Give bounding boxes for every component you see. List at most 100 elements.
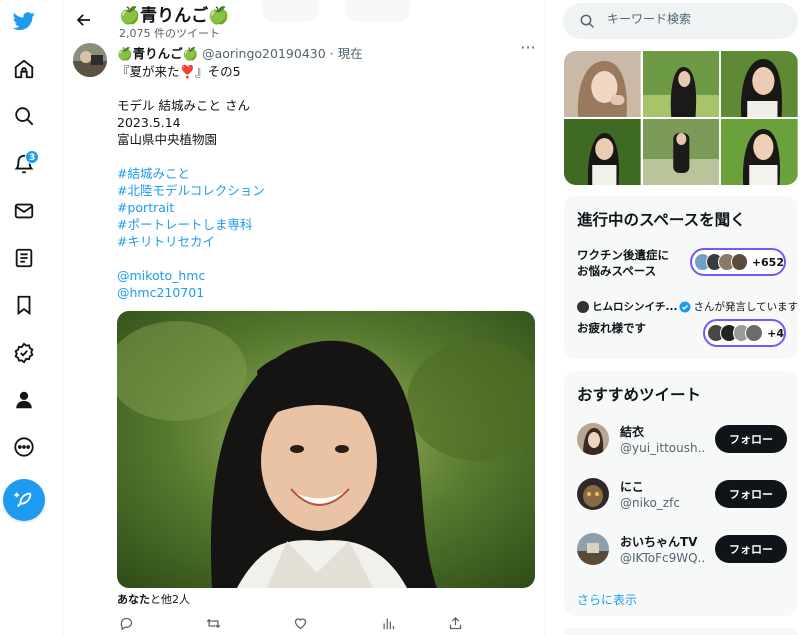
avatar-image: [73, 43, 107, 77]
space-join-pill[interactable]: +4: [703, 319, 786, 347]
search-input[interactable]: [607, 12, 787, 26]
speaker-name: ヒムロシンイチ...: [592, 301, 678, 313]
space-title-line: ワクチン後遺症に: [577, 248, 669, 262]
profile-title: 🍏青りんご🍏: [119, 6, 230, 26]
tweet-author-avatar[interactable]: [73, 43, 107, 77]
tweet-timestamp[interactable]: 現在: [338, 46, 363, 61]
space-title-1[interactable]: ワクチン後遺症に お悩みスペース: [577, 247, 669, 279]
nav-verified[interactable]: [0, 333, 48, 373]
tweet-link[interactable]: #北陸モデルコレクション: [117, 182, 535, 199]
right-sidebar: 進行中のスペースを聞く ワクチン後遺症に お悩みスペース +652 ヒムロシンイ…: [563, 0, 800, 635]
recommended-user[interactable]: にこ @niko_zfc フォロー: [564, 474, 798, 514]
search-box[interactable]: [563, 3, 798, 39]
media-thumbnail[interactable]: [642, 51, 720, 117]
nav-bookmarks[interactable]: [0, 285, 48, 325]
search-icon: [580, 14, 594, 28]
profile-media-grid: [564, 51, 798, 185]
space-title-2[interactable]: お疲れ様です: [577, 320, 646, 336]
bar-chart-icon: [383, 618, 394, 629]
tweet-text-line: [117, 148, 535, 165]
thumbnail-image: [642, 51, 720, 117]
tweet-count: 2,075 件のツイート: [119, 27, 220, 40]
thumbnail-image: [721, 51, 798, 117]
media-thumbnail[interactable]: [564, 51, 641, 117]
media-thumbnail[interactable]: [721, 51, 798, 117]
recommended-user-name: にこ: [620, 480, 644, 494]
tweet-text: 『夏が来た❣️』その5 モデル 結城みこと さん 2023.5.14 富山県中央植物園…: [117, 63, 535, 301]
bird-icon: [13, 12, 35, 31]
compose-tweet-button[interactable]: [3, 479, 45, 521]
nav-home[interactable]: [0, 49, 48, 89]
search-icon: [15, 107, 34, 126]
nav-notifications[interactable]: 3: [0, 144, 48, 184]
recommended-user-handle: @yui_ittoush...: [620, 441, 704, 455]
feather-plus-icon: [14, 492, 32, 508]
retweet-icon: [206, 618, 220, 628]
follow-button[interactable]: フォロー: [715, 535, 787, 563]
tweet-text-line: 『夏が来た❣️』その5: [117, 64, 241, 79]
liked-by-you: あなた: [117, 593, 150, 606]
nav-messages[interactable]: [0, 191, 48, 231]
show-more-link[interactable]: さらに表示: [577, 591, 637, 608]
speaker-suffix: さんが発言しています: [693, 301, 799, 313]
tweet-link[interactable]: #キリトリセカイ: [117, 233, 535, 250]
thumbnail-image: [564, 51, 641, 117]
tweet-photo[interactable]: [117, 311, 535, 588]
tweet-link[interactable]: #portrait: [117, 199, 535, 216]
reply-icon: [120, 617, 132, 630]
like-button[interactable]: [291, 614, 309, 632]
liked-by-line[interactable]: あなたと他2人: [117, 591, 190, 607]
tweet-text-line: モデル 結城みこと さん: [117, 98, 250, 113]
back-button[interactable]: [73, 9, 95, 31]
follow-button[interactable]: フォロー: [715, 480, 787, 508]
thumbnail-image: [564, 119, 641, 185]
recommended-user-handle: @niko_zfc: [620, 496, 680, 510]
person-icon: [16, 391, 32, 409]
twitter-logo[interactable]: [0, 1, 48, 41]
tweet-link[interactable]: #結城みこと: [117, 165, 535, 182]
share-button[interactable]: [446, 614, 464, 632]
analytics-button[interactable]: [379, 614, 397, 632]
listener-count: +652: [751, 255, 784, 269]
avatar: [577, 423, 609, 455]
share-icon: [449, 616, 461, 629]
avatar: [577, 533, 609, 565]
nav-explore[interactable]: [0, 96, 48, 136]
space-speaker-line: ヒムロシンイチ... さんが発言しています: [577, 299, 798, 314]
recommended-user[interactable]: 結衣 @yui_ittoush... フォロー: [564, 419, 798, 459]
tweet-text-line: 富山県中央植物園: [117, 132, 218, 147]
tweet-text-line: [117, 80, 535, 97]
tweet-link[interactable]: #ポートレートしま専科: [117, 216, 535, 233]
media-thumbnail[interactable]: [721, 119, 798, 185]
recommended-user-name: 結衣: [620, 425, 645, 439]
nav-more[interactable]: [0, 427, 48, 467]
heart-icon: [294, 617, 306, 629]
tweet-author-name[interactable]: 🍏青りんご🍏: [117, 46, 198, 61]
reply-button[interactable]: [117, 614, 135, 632]
media-thumbnail[interactable]: [642, 119, 720, 185]
follow-button[interactable]: フォロー: [715, 425, 787, 453]
notification-badge: 3: [25, 150, 40, 164]
bookmark-icon: [17, 295, 31, 316]
next-panel-edge: [564, 628, 798, 635]
nav-lists[interactable]: [0, 238, 48, 278]
avatar: [577, 478, 609, 510]
tweet-author-handle[interactable]: @aoringo20190430: [202, 46, 326, 61]
recommended-user[interactable]: おいちゃんTV @IKToFc9WQ... フォロー: [564, 529, 798, 569]
tweet-more-button[interactable]: ···: [518, 40, 538, 58]
tweet-link[interactable]: @hmc210701: [117, 284, 535, 301]
retweet-button[interactable]: [204, 614, 222, 632]
space-join-pill[interactable]: +652: [690, 248, 786, 276]
list-icon: [15, 248, 33, 268]
nav-profile[interactable]: [0, 380, 48, 420]
main-column: 🍏青りんご🍏 2,075 件のツイート 🍏青りんご🍏 @aoringo20190…: [62, 0, 546, 635]
listener-avatar: [730, 253, 748, 271]
tweet-link[interactable]: @mikoto_hmc: [117, 267, 535, 284]
media-thumbnail[interactable]: [564, 119, 641, 185]
tweet-text-line: 2023.5.14: [117, 115, 181, 130]
thumbnail-image: [721, 119, 798, 185]
tweet-separator: ·: [325, 46, 338, 61]
listener-count: +4: [767, 326, 784, 340]
thumbnail-image: [642, 119, 720, 185]
verified-badge-icon: [679, 301, 691, 312]
